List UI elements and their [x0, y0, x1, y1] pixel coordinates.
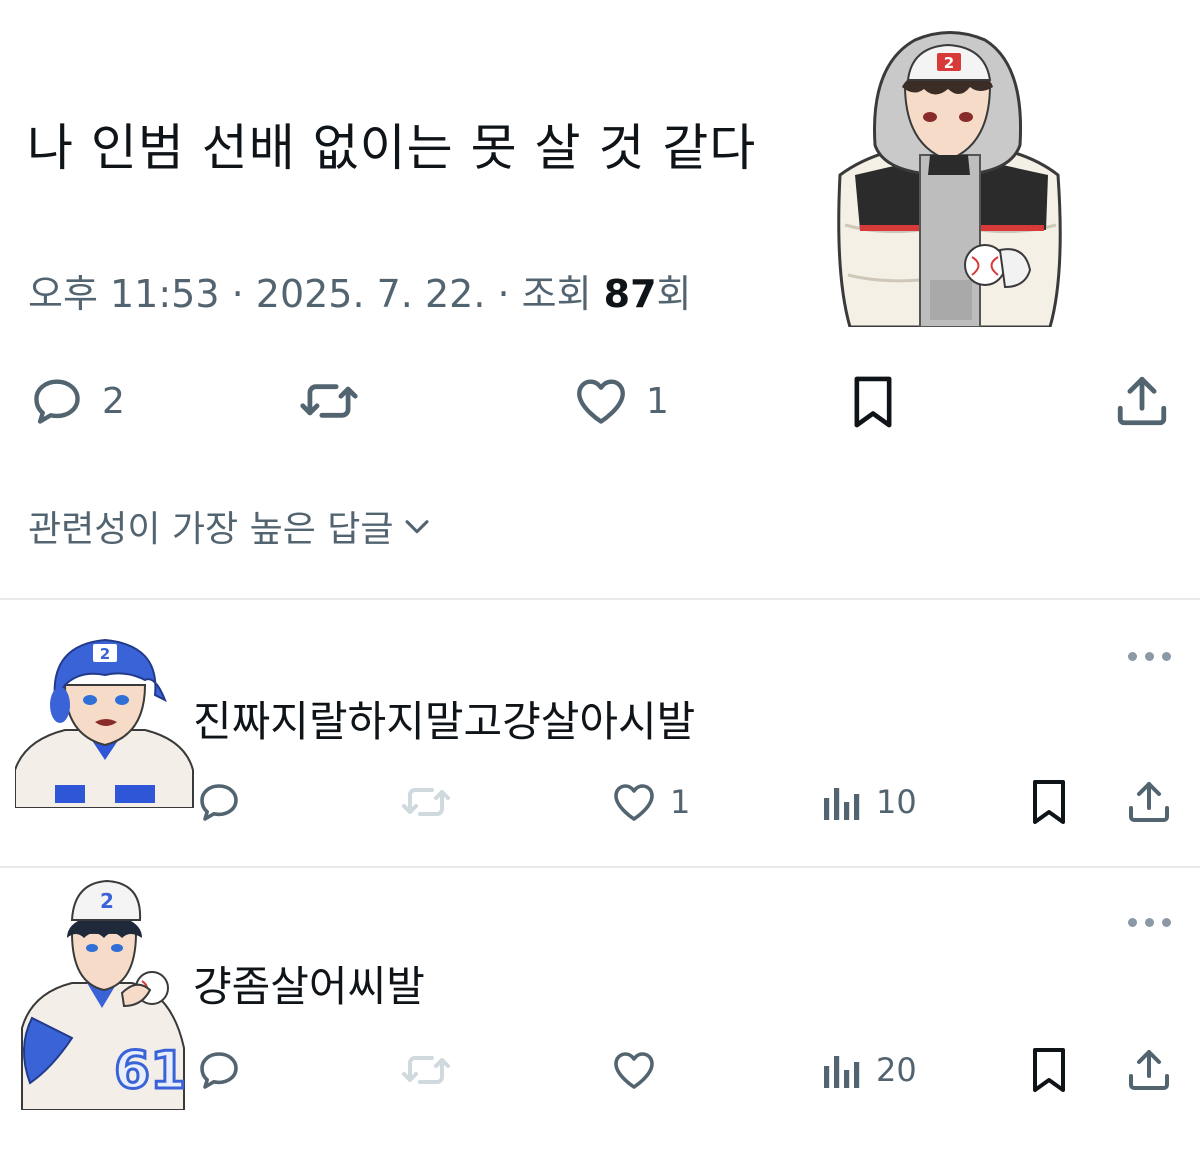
bookmark-button[interactable]	[1025, 776, 1073, 828]
like-count: 1	[670, 783, 691, 821]
divider	[0, 598, 1200, 600]
more-options-button[interactable]	[1128, 652, 1171, 661]
heart-icon	[614, 1052, 654, 1089]
more-dots-icon	[1162, 918, 1171, 927]
heart-icon	[577, 379, 625, 424]
bookmark-button[interactable]	[845, 372, 901, 432]
more-dots-icon	[1145, 918, 1154, 927]
repost-button[interactable]	[400, 1046, 452, 1094]
views-button[interactable]: 20	[818, 1046, 917, 1094]
reply-text: 걍좀살어씨발	[193, 962, 425, 1011]
views-count: 87	[603, 272, 657, 316]
speech-bubble-icon	[200, 784, 238, 821]
more-dots-icon	[1162, 652, 1171, 661]
repost-button[interactable]	[298, 372, 360, 430]
meta-separator: ·	[219, 272, 256, 316]
chevron-down-icon	[405, 520, 429, 534]
svg-text:61: 61	[114, 1041, 186, 1101]
repost-arrows-icon	[402, 1056, 450, 1084]
more-dots-icon	[1145, 652, 1154, 661]
post-date: 2025. 7. 22.	[255, 272, 486, 316]
share-button[interactable]	[1124, 1046, 1174, 1094]
like-button[interactable]	[610, 1046, 670, 1094]
divider	[0, 866, 1200, 868]
post-author-illustration: 2	[820, 25, 1070, 327]
reply-sort-dropdown[interactable]: 관련성이 가장 높은 답글	[28, 500, 434, 552]
views-prefix: 조회	[521, 272, 604, 316]
like-button[interactable]: 1	[572, 372, 669, 430]
svg-text:2: 2	[100, 645, 110, 663]
post-time: 오후 11:53	[28, 272, 220, 316]
bar-chart-icon	[824, 1056, 860, 1088]
repost-arrows-icon	[402, 788, 450, 816]
bookmark-button[interactable]	[1025, 1044, 1073, 1096]
reply-avatar[interactable]: 2	[15, 630, 195, 808]
share-button[interactable]	[1124, 778, 1174, 826]
post-meta: 오후 11:53 · 2025. 7. 22. · 조회 87회	[28, 272, 692, 318]
reply-avatar[interactable]: 61 2	[12, 878, 190, 1110]
post-text: 나 인범 선배 없이는 못 살 것 같다	[27, 119, 757, 177]
views-count: 10	[876, 783, 917, 821]
speech-bubble-icon	[34, 379, 80, 424]
speech-bubble-icon	[200, 1052, 238, 1089]
more-dots-icon	[1128, 652, 1137, 661]
more-options-button[interactable]	[1128, 918, 1171, 927]
reply-sort-label: 관련성이 가장 높은 답글	[28, 509, 394, 550]
reply-button[interactable]: 2	[28, 372, 125, 430]
bar-chart-icon	[824, 788, 860, 820]
share-upload-icon	[1129, 1050, 1169, 1090]
bookmark-icon	[1033, 1048, 1065, 1092]
views-count: 20	[876, 1051, 917, 1089]
svg-text:2: 2	[100, 889, 114, 913]
like-count: 1	[646, 380, 669, 422]
share-upload-icon	[1117, 376, 1167, 426]
reply-button[interactable]	[195, 778, 243, 826]
heart-icon	[614, 784, 654, 821]
reply-count: 2	[102, 380, 125, 422]
repost-arrows-icon	[300, 384, 358, 418]
share-button[interactable]	[1112, 372, 1172, 430]
meta-separator: ·	[485, 272, 522, 316]
svg-text:2: 2	[944, 54, 954, 72]
repost-button[interactable]	[400, 778, 452, 826]
more-dots-icon	[1128, 918, 1137, 927]
reply-text: 진짜지랄하지말고걍살아시발	[193, 697, 696, 746]
views-suffix: 회	[656, 272, 692, 316]
views-button[interactable]: 10	[818, 778, 917, 826]
like-button[interactable]: 1	[610, 778, 690, 826]
reply-button[interactable]	[195, 1046, 243, 1094]
bookmark-icon	[1033, 780, 1065, 824]
share-upload-icon	[1129, 782, 1169, 822]
bookmark-icon	[854, 376, 892, 428]
